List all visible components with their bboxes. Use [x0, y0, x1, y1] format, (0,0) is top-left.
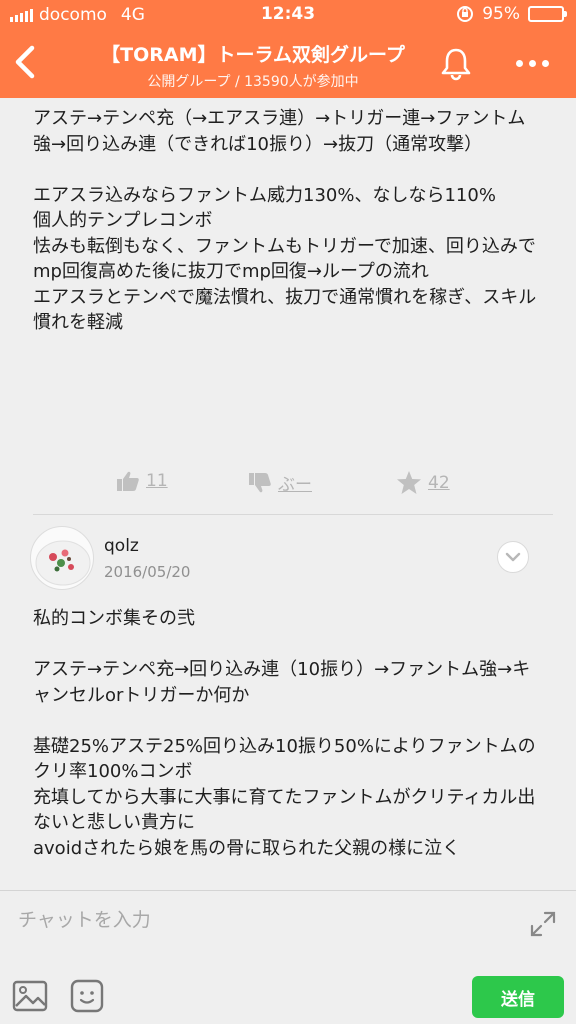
chat-thread[interactable]: アステ→テンペ充（→エアスラ連）→トリガー連→ファントム強→回り込み連（できれば… [0, 98, 576, 890]
chat-input[interactable] [18, 903, 488, 937]
thumbs-up-icon [117, 471, 139, 491]
post-body: アステ→テンペ充（→エアスラ連）→トリガー連→ファントム強→回り込み連（できれば… [33, 108, 537, 333]
star-icon [397, 471, 421, 494]
header-bar: docomo 4G 12:43 95% 【TORAM】トーラム双剣グループ 公開… [0, 0, 576, 98]
thumbs-down-icon [249, 472, 271, 492]
bell-icon[interactable] [436, 44, 476, 84]
chat-input-bar: 送信 [0, 890, 576, 1024]
post-actions: 11 ぶー 42 [0, 470, 576, 500]
favorite-button[interactable]: 42 [396, 470, 450, 495]
dislike-label: ぶー [278, 475, 312, 495]
status-right: 95% [456, 4, 567, 24]
send-button[interactable]: 送信 [472, 976, 564, 1018]
orientation-lock-icon [457, 6, 474, 22]
post-body: 私的コンボ集その弐 アステ→テンペ充→回り込み連（10振り）→ファントム強→キャ… [33, 608, 536, 859]
avatar-image [35, 540, 91, 586]
battery-icon [528, 6, 567, 22]
avatar[interactable] [30, 526, 94, 590]
post-username[interactable]: qolz [104, 536, 139, 556]
chevron-down-icon[interactable] [497, 541, 529, 573]
like-button[interactable]: 11 [116, 470, 168, 492]
dislike-button[interactable]: ぶー [248, 470, 312, 495]
favorite-count: 42 [428, 472, 450, 493]
post-date: 2016/05/20 [104, 563, 191, 581]
group-subtitle: 公開グループ / 13590人が参加中 [147, 74, 359, 90]
back-icon[interactable] [8, 40, 44, 84]
expand-icon[interactable] [528, 909, 558, 939]
image-icon[interactable] [12, 979, 48, 1013]
sticker-icon[interactable] [70, 979, 104, 1013]
post-divider [33, 514, 553, 515]
more-dots-icon[interactable] [508, 48, 556, 78]
battery-percent: 95% [482, 4, 520, 24]
status-bar: docomo 4G 12:43 95% [0, 0, 576, 30]
like-count: 11 [146, 471, 168, 491]
group-title: 【TORAM】トーラム双剣グループ [101, 44, 405, 66]
header-title-block[interactable]: 【TORAM】トーラム双剣グループ 公開グループ / 13590人が参加中 [60, 40, 446, 91]
